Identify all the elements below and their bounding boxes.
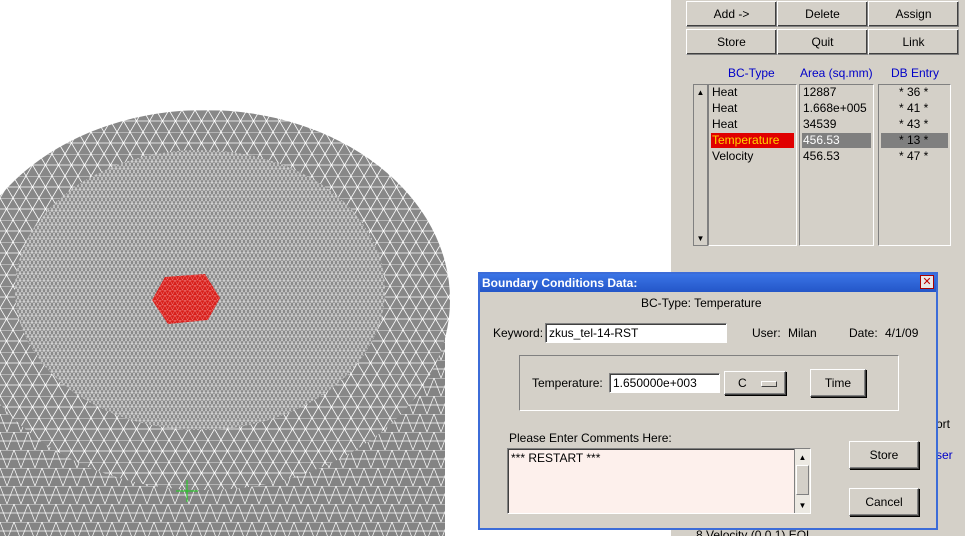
bc-type-list[interactable]: Heat Heat Heat Temperature Velocity xyxy=(708,84,797,246)
keyword-label: Keyword: xyxy=(493,326,544,340)
list-scrollbar[interactable]: ▲ ▼ xyxy=(693,84,708,246)
column-header-db-entry: DB Entry xyxy=(891,66,940,80)
add-button[interactable]: Add -> xyxy=(686,1,777,27)
list-item[interactable]: 12887 xyxy=(802,85,871,100)
comments-scrollbar[interactable]: ▲ ▼ xyxy=(794,449,810,513)
list-item-selected[interactable]: 456.53 xyxy=(802,133,871,148)
comments-label: Please Enter Comments Here: xyxy=(509,431,672,445)
list-item[interactable]: * 41 * xyxy=(881,101,948,116)
unit-dropdown[interactable]: C xyxy=(724,371,786,395)
scroll-up-icon[interactable]: ▲ xyxy=(694,85,707,99)
column-header-area: Area (sq.mm) xyxy=(800,66,873,80)
delete-button[interactable]: Delete xyxy=(777,1,868,27)
area-list[interactable]: 12887 1.668e+005 34539 456.53 456.53 xyxy=(799,84,874,246)
partial-user-label: ser xyxy=(936,448,953,462)
dropdown-bar-icon xyxy=(761,381,777,387)
list-item-selected[interactable]: Temperature xyxy=(711,133,794,148)
temperature-input[interactable]: 1.650000e+003 xyxy=(609,373,720,393)
scroll-down-icon[interactable]: ▼ xyxy=(796,498,809,512)
list-item[interactable]: Heat xyxy=(711,101,794,116)
list-item[interactable]: Heat xyxy=(711,117,794,132)
bc-type-line: BC-Type: Temperature xyxy=(641,296,762,310)
list-item[interactable]: * 47 * xyxy=(881,149,948,164)
unit-value: C xyxy=(738,376,747,390)
list-item[interactable]: * 43 * xyxy=(881,117,948,132)
db-entry-list[interactable]: * 36 * * 41 * * 43 * * 13 * * 47 * xyxy=(878,84,951,246)
list-item-selected[interactable]: * 13 * xyxy=(881,133,948,148)
keyword-input[interactable]: zkus_tel-14-RST xyxy=(545,323,727,343)
user-label: User: xyxy=(752,326,781,340)
store-button[interactable]: Store xyxy=(849,441,919,469)
scroll-up-icon[interactable]: ▲ xyxy=(796,450,809,464)
partial-export-label: ort xyxy=(936,417,951,431)
user-value: Milan xyxy=(788,326,817,340)
date-label: Date: xyxy=(849,326,878,340)
list-item[interactable]: 1.668e+005 xyxy=(802,101,871,116)
list-item[interactable]: Velocity xyxy=(711,149,794,164)
quit-button[interactable]: Quit xyxy=(777,29,868,55)
link-button[interactable]: Link xyxy=(868,29,959,55)
dialog-title: Boundary Conditions Data: xyxy=(480,274,936,292)
list-item[interactable]: 34539 xyxy=(802,117,871,132)
assign-button[interactable]: Assign xyxy=(868,1,959,27)
list-item[interactable]: * 36 * xyxy=(881,85,948,100)
close-icon[interactable]: ✕ xyxy=(920,275,934,289)
scroll-thumb[interactable] xyxy=(796,465,809,495)
list-item[interactable]: Heat xyxy=(711,85,794,100)
temperature-label: Temperature: xyxy=(532,376,603,390)
store-panel-button[interactable]: Store xyxy=(686,29,777,55)
list-item[interactable]: 456.53 xyxy=(802,149,871,164)
scroll-down-icon[interactable]: ▼ xyxy=(694,231,707,245)
column-header-bc-type: BC-Type xyxy=(728,66,775,80)
date-value: 4/1/09 xyxy=(885,326,919,340)
boundary-conditions-dialog: Boundary Conditions Data: ✕ BC-Type: Tem… xyxy=(478,272,938,530)
comments-textarea[interactable]: *** RESTART *** xyxy=(507,448,811,514)
comments-value: *** RESTART *** xyxy=(511,451,601,465)
time-button[interactable]: Time xyxy=(810,369,866,397)
cancel-button[interactable]: Cancel xyxy=(849,488,919,516)
